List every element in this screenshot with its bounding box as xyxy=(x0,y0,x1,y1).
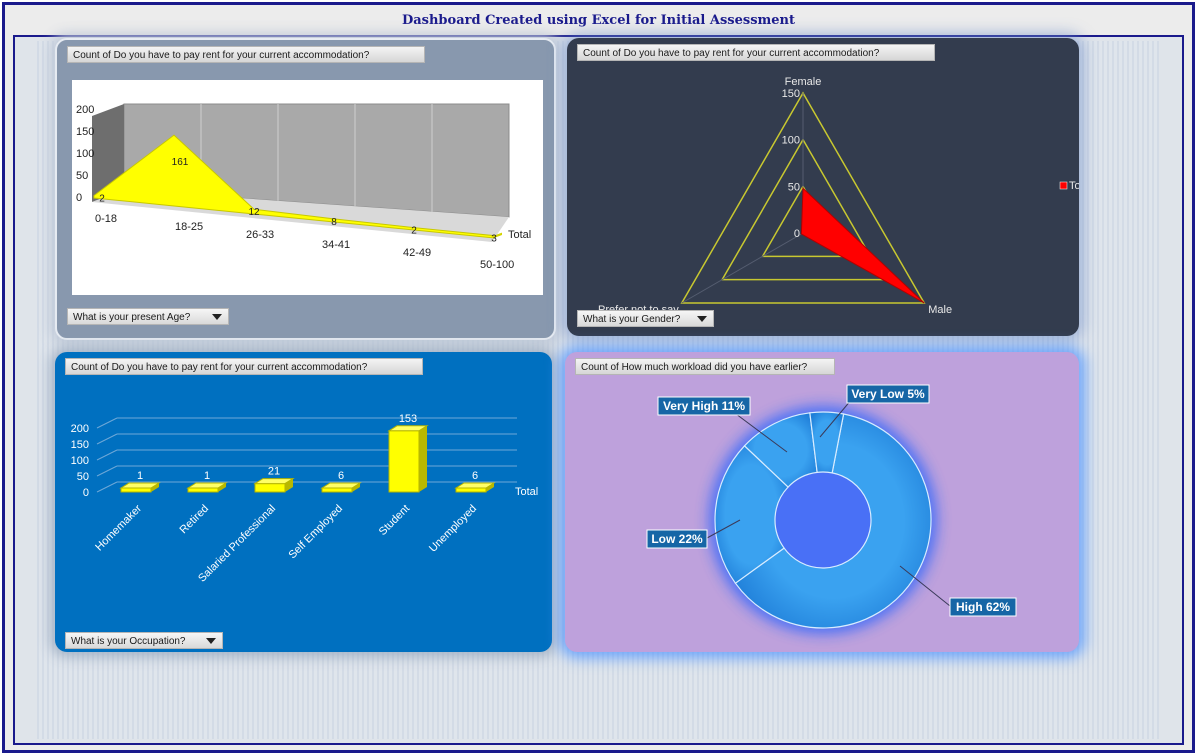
radar-tick-label: 50 xyxy=(788,181,800,193)
series-label: Total xyxy=(515,486,538,498)
legend-swatch xyxy=(1059,181,1068,190)
gender-filter-dropdown[interactable]: What is your Gender? xyxy=(577,310,714,327)
radar-tick-label: 100 xyxy=(782,135,800,147)
y-tick-label: 150 xyxy=(71,439,89,451)
grid-depth xyxy=(96,481,118,493)
occupation-bar-chart: 0 50 100 150 200 1 Homemaker 1 Retired 21 Salaried… xyxy=(71,413,539,585)
x-category-label: Self Employed xyxy=(286,503,345,562)
area-data-label: 3 xyxy=(491,234,497,245)
workload-chart-panel: Count of How much workload did you have … xyxy=(565,352,1079,652)
gender-chart-panel: Count of Do you have to pay rent for you… xyxy=(567,38,1079,336)
age-chart-panel: Count of Do you have to pay rent for you… xyxy=(55,38,556,340)
y-tick-label: 200 xyxy=(71,423,89,435)
donut-data-label: Very High 11% xyxy=(663,399,745,413)
y-tick-label: 50 xyxy=(76,170,88,182)
x-category-label: 34-41 xyxy=(322,239,350,251)
x-category-label: 18-25 xyxy=(175,221,203,233)
panel-title: Count of Do you have to pay rent for you… xyxy=(67,46,425,63)
x-category-label: Salaried Professional xyxy=(196,503,278,585)
x-category-label: Homemaker xyxy=(93,502,144,553)
donut-data-label: Low 22% xyxy=(651,532,703,546)
filter-label: What is your Occupation? xyxy=(71,636,186,647)
age-filter-dropdown[interactable]: What is your present Age? xyxy=(67,308,229,325)
bar-data-label: 153 xyxy=(399,413,417,425)
bar-data-label: 1 xyxy=(137,470,143,482)
dropdown-arrow-icon xyxy=(206,638,216,644)
occupation-filter-dropdown[interactable]: What is your Occupation? xyxy=(65,632,223,649)
x-category-label: 50-100 xyxy=(480,259,514,271)
x-category-label: 0-18 xyxy=(95,213,117,225)
grid-depth xyxy=(96,465,118,477)
radar-category-label: Female xyxy=(785,76,822,88)
x-category-label: Retired xyxy=(178,503,212,537)
y-tick-label: 200 xyxy=(76,104,94,116)
series-label: Total xyxy=(508,229,531,241)
grid-depth xyxy=(96,417,118,429)
area-data-label: 161 xyxy=(172,157,189,168)
bar-data-label: 1 xyxy=(204,470,210,482)
radar-tick-label: 0 xyxy=(794,228,800,240)
bar-front xyxy=(321,487,353,493)
area-data-label: 8 xyxy=(331,217,337,228)
radar-series-total xyxy=(800,187,925,304)
age-chart-plot: 2 161 12 8 2 3 0 50 100 150 200 0-18 18-25 26-33 34-41… xyxy=(72,80,543,295)
donut-data-label: Very Low 5% xyxy=(851,387,925,401)
donut-data-label: High 62% xyxy=(956,600,1010,614)
bar-front xyxy=(455,487,487,493)
bar-front xyxy=(187,487,219,493)
x-category-label: Student xyxy=(377,503,412,538)
x-category-label: Unemployed xyxy=(427,503,479,555)
area-data-label: 2 xyxy=(99,194,105,205)
bar-data-label: 21 xyxy=(268,466,280,478)
bar-data-label: 6 xyxy=(338,470,344,482)
area-data-label: 12 xyxy=(248,207,260,218)
gender-radar-chart: 050100150FemaleMalePrefer not to sayTota… xyxy=(598,76,1079,316)
occupation-chart-panel: Count of Do you have to pay rent for you… xyxy=(55,352,552,652)
y-tick-label: 50 xyxy=(77,471,89,483)
bar-front xyxy=(254,483,286,493)
y-tick-label: 0 xyxy=(76,192,82,204)
radar-category-label: Male xyxy=(928,304,952,316)
workload-donut-chart: High 62% Low 22% Very High 11% Very Low 5% xyxy=(646,384,1017,634)
radar-tick-label: 150 xyxy=(782,88,800,100)
x-category-label: 42-49 xyxy=(403,247,431,259)
y-tick-label: 100 xyxy=(76,148,94,160)
filter-label: What is your present Age? xyxy=(73,312,191,323)
grid-depth xyxy=(96,433,118,445)
x-category-label: 26-33 xyxy=(246,229,274,241)
dashboard-title: Dashboard Created using Excel for Initia… xyxy=(401,13,796,28)
dropdown-arrow-icon xyxy=(697,316,707,322)
legend-label: Total xyxy=(1069,180,1079,192)
filter-label: What is your Gender? xyxy=(583,314,681,325)
grid-depth xyxy=(96,449,118,461)
y-tick-label: 150 xyxy=(76,126,94,138)
bar-front xyxy=(388,430,420,493)
bar-side xyxy=(419,425,427,492)
y-tick-label: 100 xyxy=(71,455,89,467)
bar-data-label: 6 xyxy=(472,470,478,482)
y-tick-label: 0 xyxy=(83,487,89,499)
age-area-chart: 2 161 12 8 2 3 0 50 100 150 200 0-18 18-25 26-33 34-41… xyxy=(76,103,531,271)
bar-front xyxy=(120,487,152,493)
dropdown-arrow-icon xyxy=(212,314,222,320)
area-data-label: 2 xyxy=(411,226,417,237)
